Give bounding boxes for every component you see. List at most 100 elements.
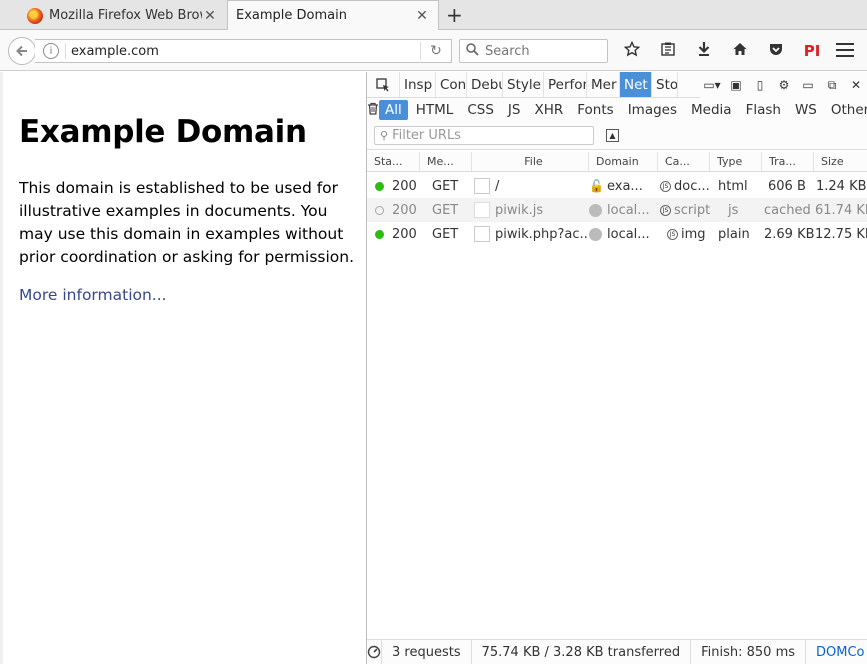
table-row[interactable]: 200 GET piwik.js local... JS script js c…	[367, 198, 867, 222]
filter-css[interactable]: CSS	[461, 100, 500, 120]
transferred-cell: cached	[764, 202, 811, 218]
thumbnail-icon	[474, 202, 490, 218]
back-button[interactable]	[8, 37, 36, 65]
tab-example-domain[interactable]: Example Domain ✕	[227, 0, 439, 30]
reading-list-icon[interactable]	[650, 41, 686, 61]
column-status[interactable]: Sta...	[367, 152, 420, 171]
info-icon[interactable]: i	[43, 43, 59, 59]
column-file[interactable]: File	[472, 152, 589, 171]
filter-xhr[interactable]: XHR	[528, 100, 569, 120]
filter-media[interactable]: Media	[685, 100, 738, 120]
type-cell: plain	[718, 226, 750, 242]
tab-performance[interactable]: Perfor	[544, 72, 587, 97]
trash-icon[interactable]	[367, 102, 379, 119]
devtools-toolbar-right: ▭▾ ▣ ▯ ⚙ ▭ ⧉ ✕	[700, 72, 867, 98]
filter-other[interactable]: Other	[825, 100, 867, 120]
filter-images[interactable]: Images	[622, 100, 683, 120]
status-dot-icon	[375, 181, 384, 191]
scratchpad-icon[interactable]: ▣	[724, 78, 748, 92]
back-arrow-icon	[16, 45, 27, 57]
tab-console[interactable]: Con	[436, 72, 467, 97]
pi-icon[interactable]: PI	[794, 42, 830, 60]
home-icon[interactable]	[722, 41, 758, 61]
filter-ws[interactable]: WS	[789, 100, 823, 120]
filter-js[interactable]: JS	[502, 100, 527, 120]
filter-all[interactable]: All	[379, 100, 408, 120]
type-cell: html	[718, 178, 748, 194]
url-bar[interactable]: i example.com ↻	[35, 39, 452, 63]
settings-gear-icon[interactable]: ⚙	[772, 78, 796, 92]
filter-fonts[interactable]: Fonts	[571, 100, 619, 120]
thumbnail-icon	[474, 178, 490, 194]
element-picker-icon[interactable]	[367, 72, 400, 97]
status-dot-icon	[375, 229, 384, 239]
dock-bottom-icon[interactable]: ▭	[796, 78, 820, 92]
performance-analysis-icon[interactable]	[367, 640, 382, 664]
status-cell: 200	[367, 198, 420, 222]
filter-flash[interactable]: Flash	[740, 100, 787, 120]
devtools-panel: Insp Con Debu Style Perfor Mer Net Stor …	[366, 72, 867, 664]
separate-window-icon[interactable]: ⧉	[820, 78, 844, 93]
tab-storage[interactable]: Stor	[652, 72, 678, 97]
page-heading: Example Domain	[19, 114, 307, 150]
filter-html[interactable]: HTML	[410, 100, 460, 120]
filter-icon: ⚲	[380, 129, 389, 142]
transferred-cell: 606 B	[768, 178, 806, 194]
menu-icon[interactable]	[836, 43, 854, 61]
web-page: Example Domain This domain is establishe…	[0, 72, 366, 664]
firefox-icon	[27, 7, 43, 24]
column-domain[interactable]: Domain	[589, 152, 658, 171]
globe-icon	[589, 227, 602, 241]
responsive-design-icon[interactable]: ▭▾	[700, 78, 724, 92]
url-input[interactable]: example.com	[66, 44, 420, 59]
file-cell: /	[472, 174, 589, 198]
close-devtools-icon[interactable]: ✕	[844, 78, 867, 92]
size-cell: 1.24 KB	[816, 178, 867, 194]
js-badge-icon: JS	[660, 204, 671, 216]
devtools-toolbar: Insp Con Debu Style Perfor Mer Net Stor …	[367, 72, 867, 98]
search-input[interactable]	[485, 43, 595, 59]
cause-cell: JS img	[658, 222, 710, 246]
type-filter-bar: All HTML CSS JS XHR Fonts Images Media F…	[367, 98, 867, 122]
frame-icon[interactable]: ▯	[748, 78, 772, 92]
toolbar-icons: PI	[614, 39, 830, 63]
tab-inspector[interactable]: Insp	[400, 72, 436, 97]
tab-debugger[interactable]: Debu	[467, 72, 503, 97]
js-badge-icon: JS	[660, 180, 671, 192]
close-tab-icon[interactable]: ✕	[202, 8, 218, 24]
status-cell: 200	[367, 174, 420, 198]
cause-cell: JS doc...	[658, 174, 710, 198]
nav-bar: i example.com ↻ PI	[0, 30, 867, 71]
insecure-lock-icon: 🔓	[589, 179, 604, 193]
column-type[interactable]: Type	[710, 152, 762, 171]
page-paragraph: This domain is established to be used fo…	[19, 179, 355, 266]
persist-logs-icon[interactable]: ▲	[606, 129, 619, 142]
more-info-link[interactable]: More information...	[19, 286, 167, 304]
close-tab-icon[interactable]: ✕	[414, 8, 430, 24]
tab-style-editor[interactable]: Style	[503, 72, 544, 97]
search-bar[interactable]	[459, 39, 608, 63]
table-row[interactable]: 200 GET / 🔓 exa... JS doc... html 606 B …	[367, 174, 867, 198]
star-icon[interactable]	[614, 40, 650, 61]
tab-memory[interactable]: Mer	[587, 72, 620, 97]
globe-icon	[589, 203, 602, 217]
download-icon[interactable]	[686, 41, 722, 61]
type-cell: js	[728, 202, 739, 218]
file-cell: piwik.php?ac...	[472, 222, 589, 246]
new-tab-button[interactable]: +	[446, 3, 463, 27]
column-method[interactable]: Me...	[420, 152, 472, 171]
method-cell: GET	[432, 202, 459, 218]
column-transferred[interactable]: Tra...	[762, 152, 814, 171]
filter-urls-input[interactable]: ⚲ Filter URLs	[374, 126, 594, 145]
column-size[interactable]: Size	[814, 152, 867, 171]
tab-network[interactable]: Net	[620, 72, 652, 97]
method-cell: GET	[432, 178, 459, 194]
network-status-bar: 3 requests 75.74 KB / 3.28 KB transferre…	[367, 639, 867, 664]
search-icon	[466, 42, 479, 60]
tab-firefox[interactable]: Mozilla Firefox Web Browser ✕	[18, 1, 226, 30]
table-row[interactable]: 200 GET piwik.php?ac... local... JS img …	[367, 222, 867, 246]
filter-urls-placeholder: Filter URLs	[392, 128, 461, 143]
pocket-icon[interactable]	[758, 41, 794, 61]
reload-icon[interactable]: ↻	[421, 43, 451, 59]
column-cause[interactable]: Ca...	[658, 152, 710, 171]
